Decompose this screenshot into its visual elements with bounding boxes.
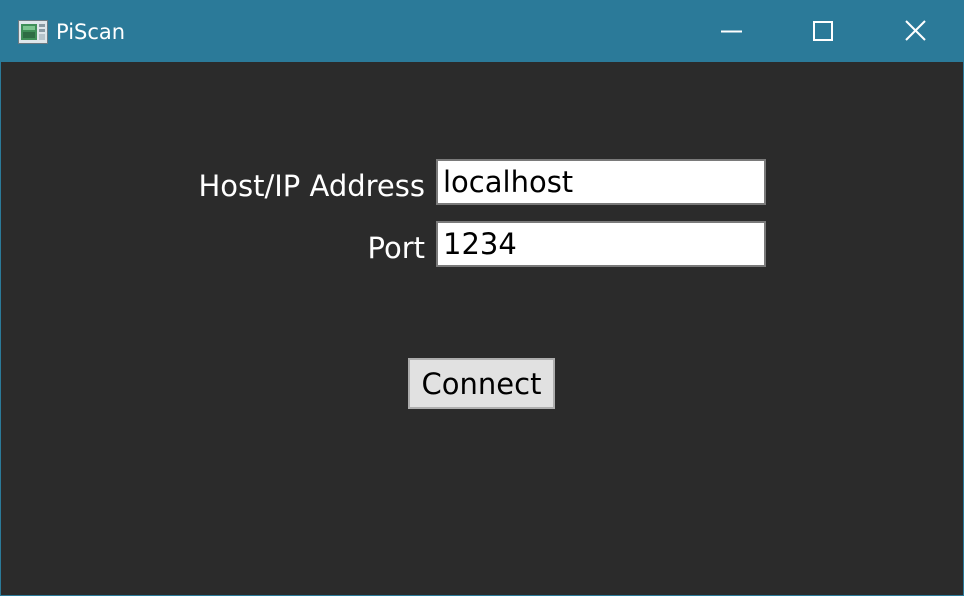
title-bar[interactable]: PiScan [1,1,963,62]
port-input[interactable] [436,221,766,267]
host-label: Host/IP Address [198,169,425,203]
port-label: Port [367,231,426,265]
host-input[interactable] [436,159,766,205]
connect-button[interactable]: Connect [408,358,555,409]
maximize-button[interactable] [777,1,869,62]
window-title: PiScan [56,20,126,44]
close-button[interactable] [869,1,961,62]
app-icon [18,20,48,44]
piscan-window: PiScan Host/IP Address localhost Port 12… [0,0,964,596]
minimize-button[interactable] [685,1,777,62]
